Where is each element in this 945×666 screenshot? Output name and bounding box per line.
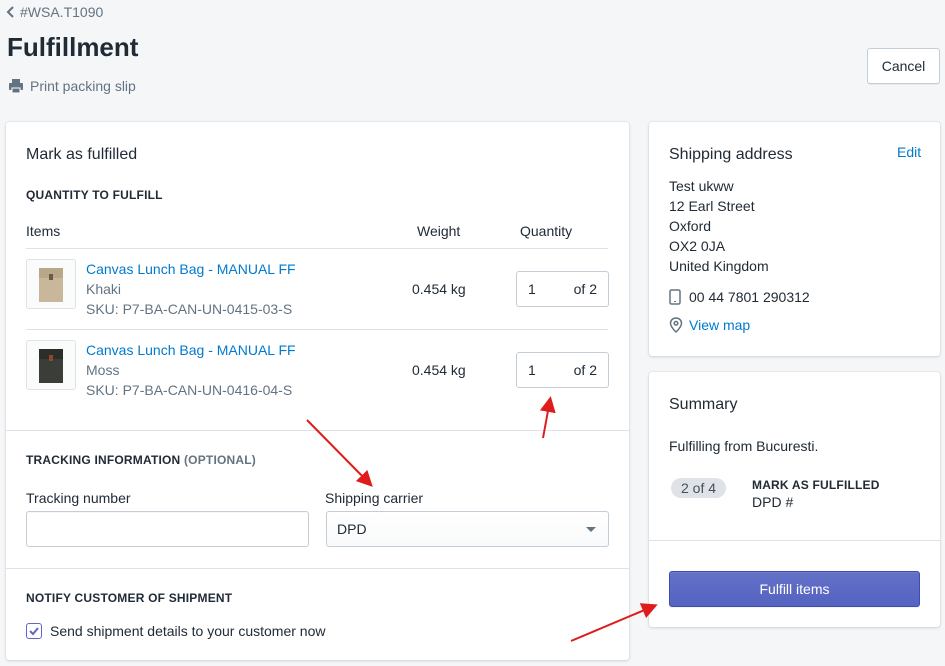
- card-title: Mark as fulfilled: [26, 146, 138, 163]
- quantity-total: of 2: [573, 362, 597, 378]
- column-items: Items: [26, 223, 61, 239]
- phone-icon: [669, 289, 681, 305]
- tracking-heading-label: TRACKING INFORMATION: [26, 453, 181, 467]
- notify-label[interactable]: Send shipment details to your customer n…: [50, 623, 325, 639]
- item-name-link[interactable]: Canvas Lunch Bag - MANUAL FF: [86, 342, 296, 358]
- tracking-number-label: Tracking number: [26, 490, 131, 506]
- item-variant: Khaki: [86, 281, 122, 297]
- shipping-address-title: Shipping address: [669, 146, 793, 163]
- summary-carrier: DPD #: [752, 494, 794, 510]
- product-image: [26, 340, 76, 390]
- fulfill-items-button[interactable]: Fulfill items: [669, 571, 920, 607]
- address-postcode: OX2 0JA: [669, 238, 726, 254]
- print-packing-slip-link[interactable]: Print packing slip: [8, 78, 136, 94]
- chevron-left-icon: [6, 6, 14, 18]
- phone-number: 00 44 7801 290312: [689, 289, 810, 305]
- address-city: Oxford: [669, 218, 712, 234]
- item-weight: 0.454 kg: [412, 281, 466, 297]
- column-weight: Weight: [417, 223, 461, 239]
- fulfillment-card: Mark as fulfilled QUANTITY TO FULFILL It…: [6, 122, 629, 660]
- summary-title: Summary: [669, 396, 738, 413]
- shipping-carrier-label: Shipping carrier: [325, 490, 424, 506]
- tracking-number-input[interactable]: [26, 511, 309, 547]
- quantity-value: 1: [528, 362, 536, 378]
- summary-card: Summary Fulfilling from Bucuresti. 2 of …: [649, 372, 940, 627]
- address-street: 12 Earl Street: [669, 198, 755, 214]
- back-link-label: #WSA.T1090: [20, 4, 104, 20]
- quantity-heading: QUANTITY TO FULFILL: [26, 188, 163, 202]
- address-name: Test ukww: [669, 178, 734, 194]
- printer-icon: [9, 79, 23, 94]
- cancel-button[interactable]: Cancel: [867, 48, 940, 84]
- fulfill-count-badge: 2 of 4: [671, 478, 727, 498]
- edit-address-link[interactable]: Edit: [897, 144, 921, 160]
- print-packing-slip-label: Print packing slip: [30, 78, 136, 94]
- tracking-heading: TRACKING INFORMATION (OPTIONAL): [26, 453, 256, 467]
- caret-down-icon: [586, 526, 596, 532]
- item-weight: 0.454 kg: [412, 362, 466, 378]
- checkmark-icon: [29, 627, 39, 636]
- column-quantity: Quantity: [520, 223, 573, 239]
- view-map-link[interactable]: View map: [669, 317, 750, 333]
- quantity-input[interactable]: 1 of 2: [516, 352, 609, 388]
- shipping-carrier-select[interactable]: DPD: [326, 511, 609, 547]
- back-link[interactable]: #WSA.T1090: [6, 4, 103, 20]
- shipping-carrier-value: DPD: [337, 521, 367, 537]
- address-country: United Kingdom: [669, 258, 769, 274]
- bag-image: [39, 268, 63, 302]
- quantity-input[interactable]: 1 of 2: [516, 271, 609, 307]
- fulfill-status: MARK AS FULFILLED: [752, 478, 880, 492]
- shipping-address-card: Shipping address Edit Test ukww 12 Earl …: [649, 122, 940, 356]
- item-sku: SKU: P7-BA-CAN-UN-0416-04-S: [86, 382, 293, 398]
- tracking-optional-label: (OPTIONAL): [183, 453, 256, 467]
- item-name-link[interactable]: Canvas Lunch Bag - MANUAL FF: [86, 261, 296, 277]
- product-image: [26, 259, 76, 309]
- fulfilling-from-text: Fulfilling from Bucuresti.: [669, 438, 819, 454]
- phone-row: 00 44 7801 290312: [669, 287, 810, 307]
- item-variant: Moss: [86, 362, 120, 378]
- page-title: Fulfillment: [7, 32, 139, 62]
- location-pin-icon: [669, 317, 683, 333]
- quantity-value: 1: [528, 281, 536, 297]
- item-sku: SKU: P7-BA-CAN-UN-0415-03-S: [86, 301, 293, 317]
- quantity-total: of 2: [573, 281, 597, 297]
- notify-checkbox[interactable]: [26, 623, 42, 639]
- notify-heading: NOTIFY CUSTOMER OF SHIPMENT: [26, 591, 233, 605]
- view-map-label: View map: [689, 317, 751, 333]
- bag-image: [39, 349, 63, 383]
